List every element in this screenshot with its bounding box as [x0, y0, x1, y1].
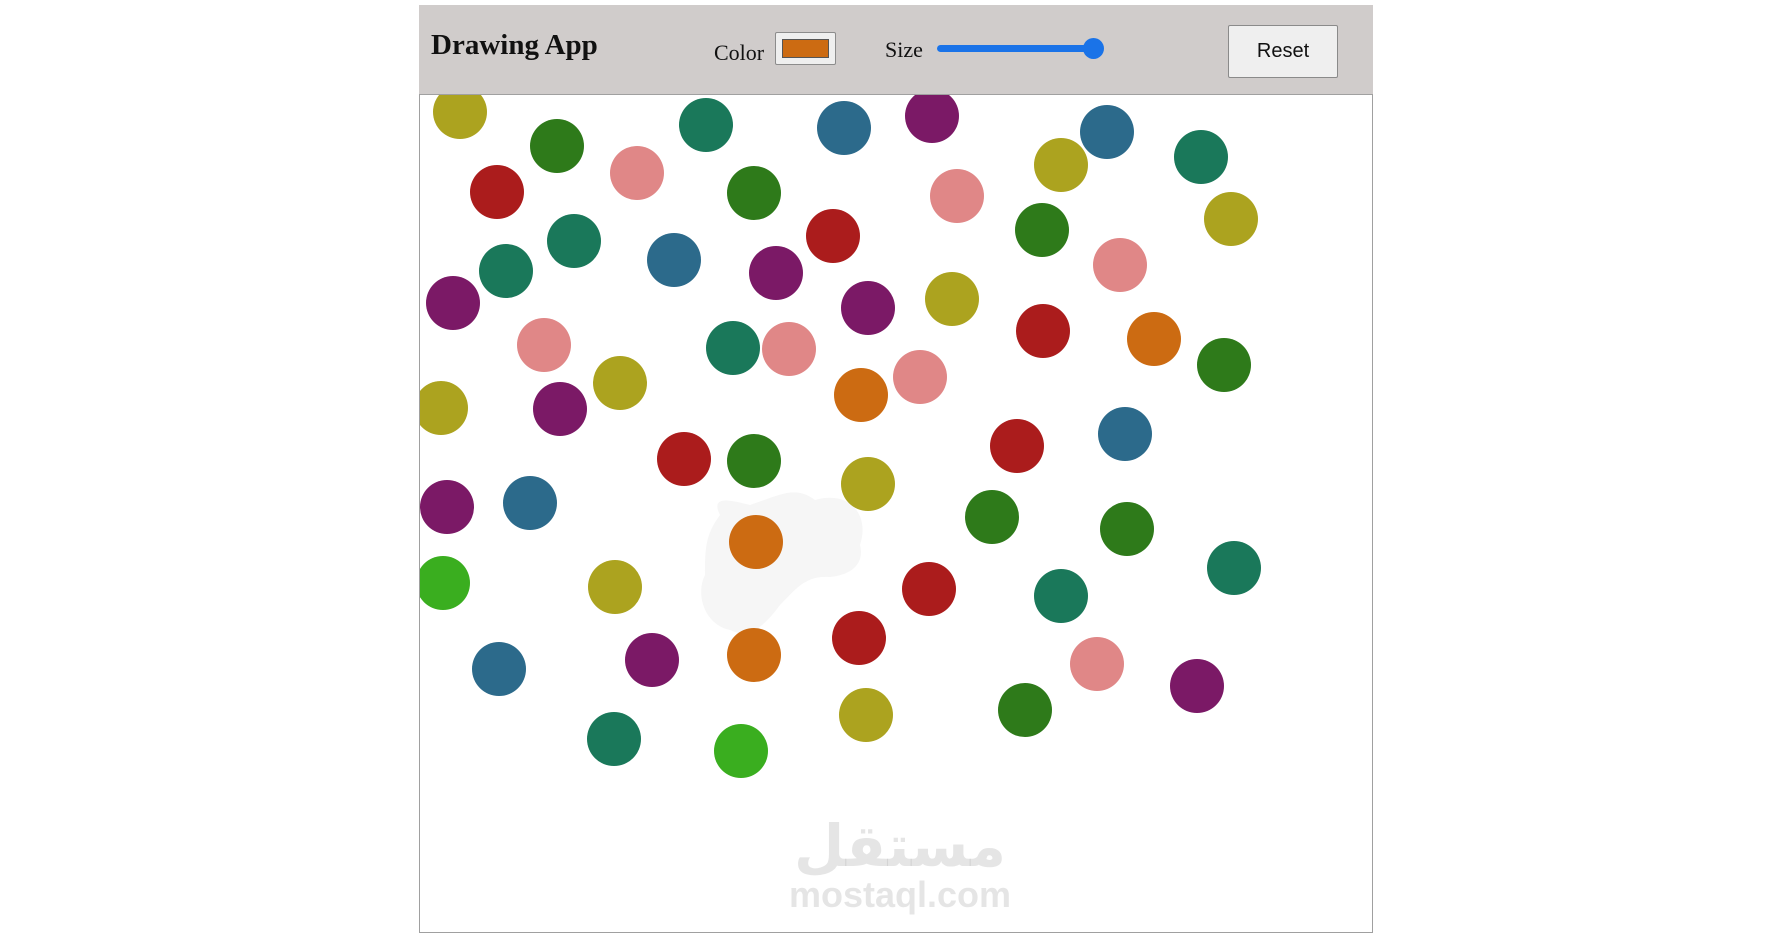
drawing-app: Drawing App Color Size Reset: [419, 5, 1373, 933]
paint-dot-olive: [433, 95, 487, 139]
paint-dot-blue: [647, 233, 701, 287]
paint-dot-teal: [679, 98, 733, 152]
size-label: Size: [885, 37, 923, 62]
erased-smudge: [701, 492, 863, 634]
color-picker[interactable]: [775, 32, 836, 65]
paint-dot-red: [990, 419, 1044, 473]
paint-dot-teal: [1207, 541, 1261, 595]
paint-dot-blue: [1080, 105, 1134, 159]
paint-dot-olive: [841, 457, 895, 511]
canvas-drawing: [420, 95, 1261, 778]
paint-dot-pink: [762, 322, 816, 376]
paint-dot-orange: [727, 628, 781, 682]
paint-dot-blue: [817, 101, 871, 155]
paint-dot-olive: [420, 381, 468, 435]
paint-dot-red: [832, 611, 886, 665]
paint-dot-olive: [1204, 192, 1258, 246]
paint-dot-olive: [839, 688, 893, 742]
paint-dot-red: [806, 209, 860, 263]
paint-dot-green: [1100, 502, 1154, 556]
size-slider-fill: [937, 45, 1094, 52]
paint-dot-purple: [905, 95, 959, 143]
paint-dot-olive: [593, 356, 647, 410]
drawing-canvas[interactable]: [419, 94, 1373, 933]
paint-dot-olive: [1034, 138, 1088, 192]
paint-dot-purple: [1170, 659, 1224, 713]
app-title: Drawing App: [431, 29, 598, 61]
reset-button[interactable]: Reset: [1228, 25, 1338, 78]
paint-dot-pink: [930, 169, 984, 223]
paint-dot-teal: [1174, 130, 1228, 184]
paint-dot-teal: [547, 214, 601, 268]
paint-dot-pink: [893, 350, 947, 404]
paint-dot-teal: [479, 244, 533, 298]
paint-dot-green: [727, 434, 781, 488]
paint-dot-teal: [706, 321, 760, 375]
paint-dot-lime: [420, 556, 470, 610]
paint-dot-green: [1015, 203, 1069, 257]
toolbar: Drawing App Color Size Reset: [419, 5, 1373, 94]
paint-dot-pink: [1093, 238, 1147, 292]
paint-dot-olive: [588, 560, 642, 614]
paint-dot-orange: [729, 515, 783, 569]
paint-dot-purple: [420, 480, 474, 534]
paint-dot-red: [470, 165, 524, 219]
paint-dot-purple: [749, 246, 803, 300]
paint-dot-blue: [1098, 407, 1152, 461]
paint-dot-red: [902, 562, 956, 616]
watermark-url: mostaql.com: [788, 874, 1012, 915]
paint-dot-purple: [426, 276, 480, 330]
paint-dot-red: [1016, 304, 1070, 358]
paint-dot-orange: [834, 368, 888, 422]
paint-dot-olive: [925, 272, 979, 326]
paint-dot-green: [1197, 338, 1251, 392]
paint-dot-green: [998, 683, 1052, 737]
paint-dot-teal: [587, 712, 641, 766]
watermark: مستقل mostaql.com: [775, 815, 1025, 913]
size-slider[interactable]: [937, 35, 1105, 61]
paint-dot-purple: [533, 382, 587, 436]
paint-dot-blue: [472, 642, 526, 696]
paint-dot-green: [530, 119, 584, 173]
paint-dot-orange: [1127, 312, 1181, 366]
size-slider-thumb[interactable]: [1083, 38, 1105, 59]
paint-dot-red: [657, 432, 711, 486]
paint-dot-lime: [714, 724, 768, 778]
paint-dot-purple: [841, 281, 895, 335]
paint-dot-pink: [517, 318, 571, 372]
watermark-arabic-logo: مستقل: [793, 812, 1007, 880]
paint-dot-green: [965, 490, 1019, 544]
paint-dot-purple: [625, 633, 679, 687]
paint-dot-blue: [503, 476, 557, 530]
color-label: Color: [714, 40, 765, 65]
paint-dot-pink: [610, 146, 664, 200]
paint-dot-green: [727, 166, 781, 220]
paint-dot-teal: [1034, 569, 1088, 623]
paint-dot-pink: [1070, 637, 1124, 691]
color-swatch-fill: [782, 39, 829, 58]
